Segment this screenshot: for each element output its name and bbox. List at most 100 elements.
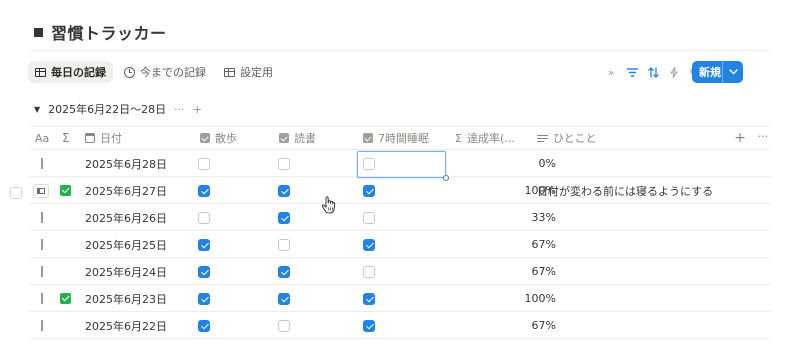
toggle-triangle-icon[interactable]: ▼ bbox=[34, 105, 40, 114]
calendar-icon bbox=[85, 133, 95, 143]
table-row[interactable]: 2025年6月25日 67% bbox=[30, 231, 770, 258]
empty-title-marker bbox=[41, 239, 43, 250]
table-row[interactable]: 2025年6月27日 100% 日付が変わる前には寝るようにする bbox=[30, 177, 770, 204]
text-lines-icon bbox=[537, 134, 548, 143]
walk-checkbox[interactable] bbox=[198, 292, 210, 305]
read-checkbox[interactable] bbox=[278, 184, 290, 197]
column-label: 達成率(... bbox=[466, 132, 515, 145]
page-title: 習慣トラッカー bbox=[34, 20, 167, 44]
sort-icon[interactable] bbox=[647, 65, 659, 79]
rate-cell: 100% bbox=[524, 292, 556, 305]
table-row[interactable]: 2025年6月24日 67% bbox=[30, 258, 770, 285]
checkbox-property-icon bbox=[200, 133, 210, 143]
read-checkbox[interactable] bbox=[278, 238, 290, 251]
done-check-icon bbox=[60, 185, 71, 196]
column-label: 読書 bbox=[294, 132, 316, 145]
view-tabs: 毎日の記録 今までの記録 設定用 bbox=[28, 61, 280, 83]
date-cell[interactable]: 2025年6月27日 bbox=[85, 177, 167, 204]
memo-cell[interactable]: 日付が変わる前には寝るようにする bbox=[537, 177, 713, 204]
rate-cell: 67% bbox=[531, 265, 556, 278]
date-cell[interactable]: 2025年6月24日 bbox=[85, 258, 167, 285]
selected-cell-outline bbox=[357, 151, 449, 181]
walk-checkbox[interactable] bbox=[198, 211, 210, 224]
more-icon[interactable]: ··· bbox=[758, 130, 769, 143]
table-row[interactable]: 2025年6月22日 67% bbox=[30, 312, 770, 339]
checkbox-property-icon bbox=[279, 133, 289, 143]
sleep-checkbox[interactable] bbox=[363, 292, 375, 305]
rate-cell: 33% bbox=[531, 211, 556, 224]
column-label: 7時間睡眠 bbox=[378, 132, 429, 145]
page-title-text: 習慣トラッカー bbox=[51, 24, 167, 43]
rate-cell: 0% bbox=[538, 157, 556, 170]
tab-history[interactable]: 今までの記録 bbox=[117, 61, 213, 83]
sleep-checkbox[interactable] bbox=[363, 238, 375, 251]
empty-title-marker bbox=[41, 158, 43, 169]
walk-checkbox[interactable] bbox=[198, 265, 210, 278]
sigma-icon: Σ bbox=[62, 131, 70, 145]
column-label: 日付 bbox=[100, 132, 122, 145]
rate-cell: 67% bbox=[531, 319, 556, 332]
date-cell[interactable]: 2025年6月22日 bbox=[85, 312, 167, 339]
hand-cursor-icon bbox=[321, 196, 337, 214]
tab-label: 今までの記録 bbox=[140, 66, 206, 79]
table-row[interactable]: 2025年6月26日 33% bbox=[30, 204, 770, 231]
read-checkbox[interactable] bbox=[278, 319, 290, 332]
sleep-checkbox[interactable] bbox=[363, 319, 375, 332]
double-chevron-right-icon[interactable]: » bbox=[605, 65, 617, 79]
add-column-icon[interactable]: + bbox=[734, 130, 746, 146]
lightning-icon[interactable] bbox=[668, 65, 680, 79]
date-cell[interactable]: 2025年6月28日 bbox=[85, 150, 167, 177]
date-cell[interactable]: 2025年6月26日 bbox=[85, 204, 167, 231]
walk-checkbox[interactable] bbox=[198, 319, 210, 332]
empty-title-marker bbox=[41, 320, 43, 331]
filter-icon[interactable] bbox=[626, 65, 638, 79]
column-label: ひとこと bbox=[553, 132, 597, 145]
add-icon[interactable]: + bbox=[193, 103, 202, 116]
column-memo[interactable]: ひとこと bbox=[537, 127, 597, 149]
row-select-checkbox[interactable] bbox=[10, 187, 22, 199]
tab-settings[interactable]: 設定用 bbox=[217, 61, 280, 83]
divider bbox=[30, 50, 770, 51]
read-checkbox[interactable] bbox=[278, 211, 290, 224]
sleep-checkbox[interactable] bbox=[363, 211, 375, 224]
read-checkbox[interactable] bbox=[278, 265, 290, 278]
checkbox-property-icon bbox=[363, 133, 373, 143]
done-check-icon bbox=[60, 293, 71, 304]
open-page-icon[interactable] bbox=[33, 183, 49, 198]
column-rate[interactable]: Σ 達成率(... bbox=[455, 127, 515, 149]
read-checkbox[interactable] bbox=[278, 157, 290, 170]
tab-label: 設定用 bbox=[240, 66, 273, 79]
table-header: Aa Σ 日付 散歩 読書 7時間睡眠 Σ 達成率(... ひとこと + ··· bbox=[30, 126, 770, 150]
rate-cell: 67% bbox=[531, 238, 556, 251]
group-label: 2025年6月22日〜28日 bbox=[48, 103, 167, 116]
table-row[interactable]: 2025年6月23日 100% bbox=[30, 285, 770, 312]
text-property-icon: Aa bbox=[35, 131, 50, 145]
column-formula[interactable]: Σ bbox=[62, 127, 70, 149]
walk-checkbox[interactable] bbox=[198, 157, 210, 170]
clock-icon bbox=[124, 66, 135, 78]
column-walk[interactable]: 散歩 bbox=[200, 127, 237, 149]
column-date[interactable]: 日付 bbox=[85, 127, 122, 149]
fill-handle[interactable] bbox=[443, 175, 449, 181]
tab-label: 毎日の記録 bbox=[51, 66, 106, 79]
column-title[interactable]: Aa bbox=[35, 127, 49, 149]
group-header: ▼ 2025年6月22日〜28日 ··· + bbox=[34, 101, 202, 117]
empty-title-marker bbox=[41, 293, 43, 304]
new-button[interactable]: 新規 bbox=[692, 61, 743, 83]
sigma-icon: Σ bbox=[455, 131, 462, 145]
date-cell[interactable]: 2025年6月25日 bbox=[85, 231, 167, 258]
empty-title-marker bbox=[41, 266, 43, 277]
date-cell[interactable]: 2025年6月23日 bbox=[85, 285, 167, 312]
walk-checkbox[interactable] bbox=[198, 238, 210, 251]
more-icon[interactable]: ··· bbox=[174, 103, 185, 116]
chevron-down-icon[interactable] bbox=[723, 69, 743, 75]
tab-daily-log[interactable]: 毎日の記録 bbox=[28, 61, 113, 83]
sleep-checkbox[interactable] bbox=[363, 184, 375, 197]
column-read[interactable]: 読書 bbox=[279, 127, 316, 149]
column-sleep[interactable]: 7時間睡眠 bbox=[363, 127, 429, 149]
read-checkbox[interactable] bbox=[278, 292, 290, 305]
sleep-checkbox[interactable] bbox=[363, 265, 375, 278]
table-icon bbox=[35, 67, 46, 77]
walk-checkbox[interactable] bbox=[198, 184, 210, 197]
square-icon bbox=[34, 27, 43, 37]
